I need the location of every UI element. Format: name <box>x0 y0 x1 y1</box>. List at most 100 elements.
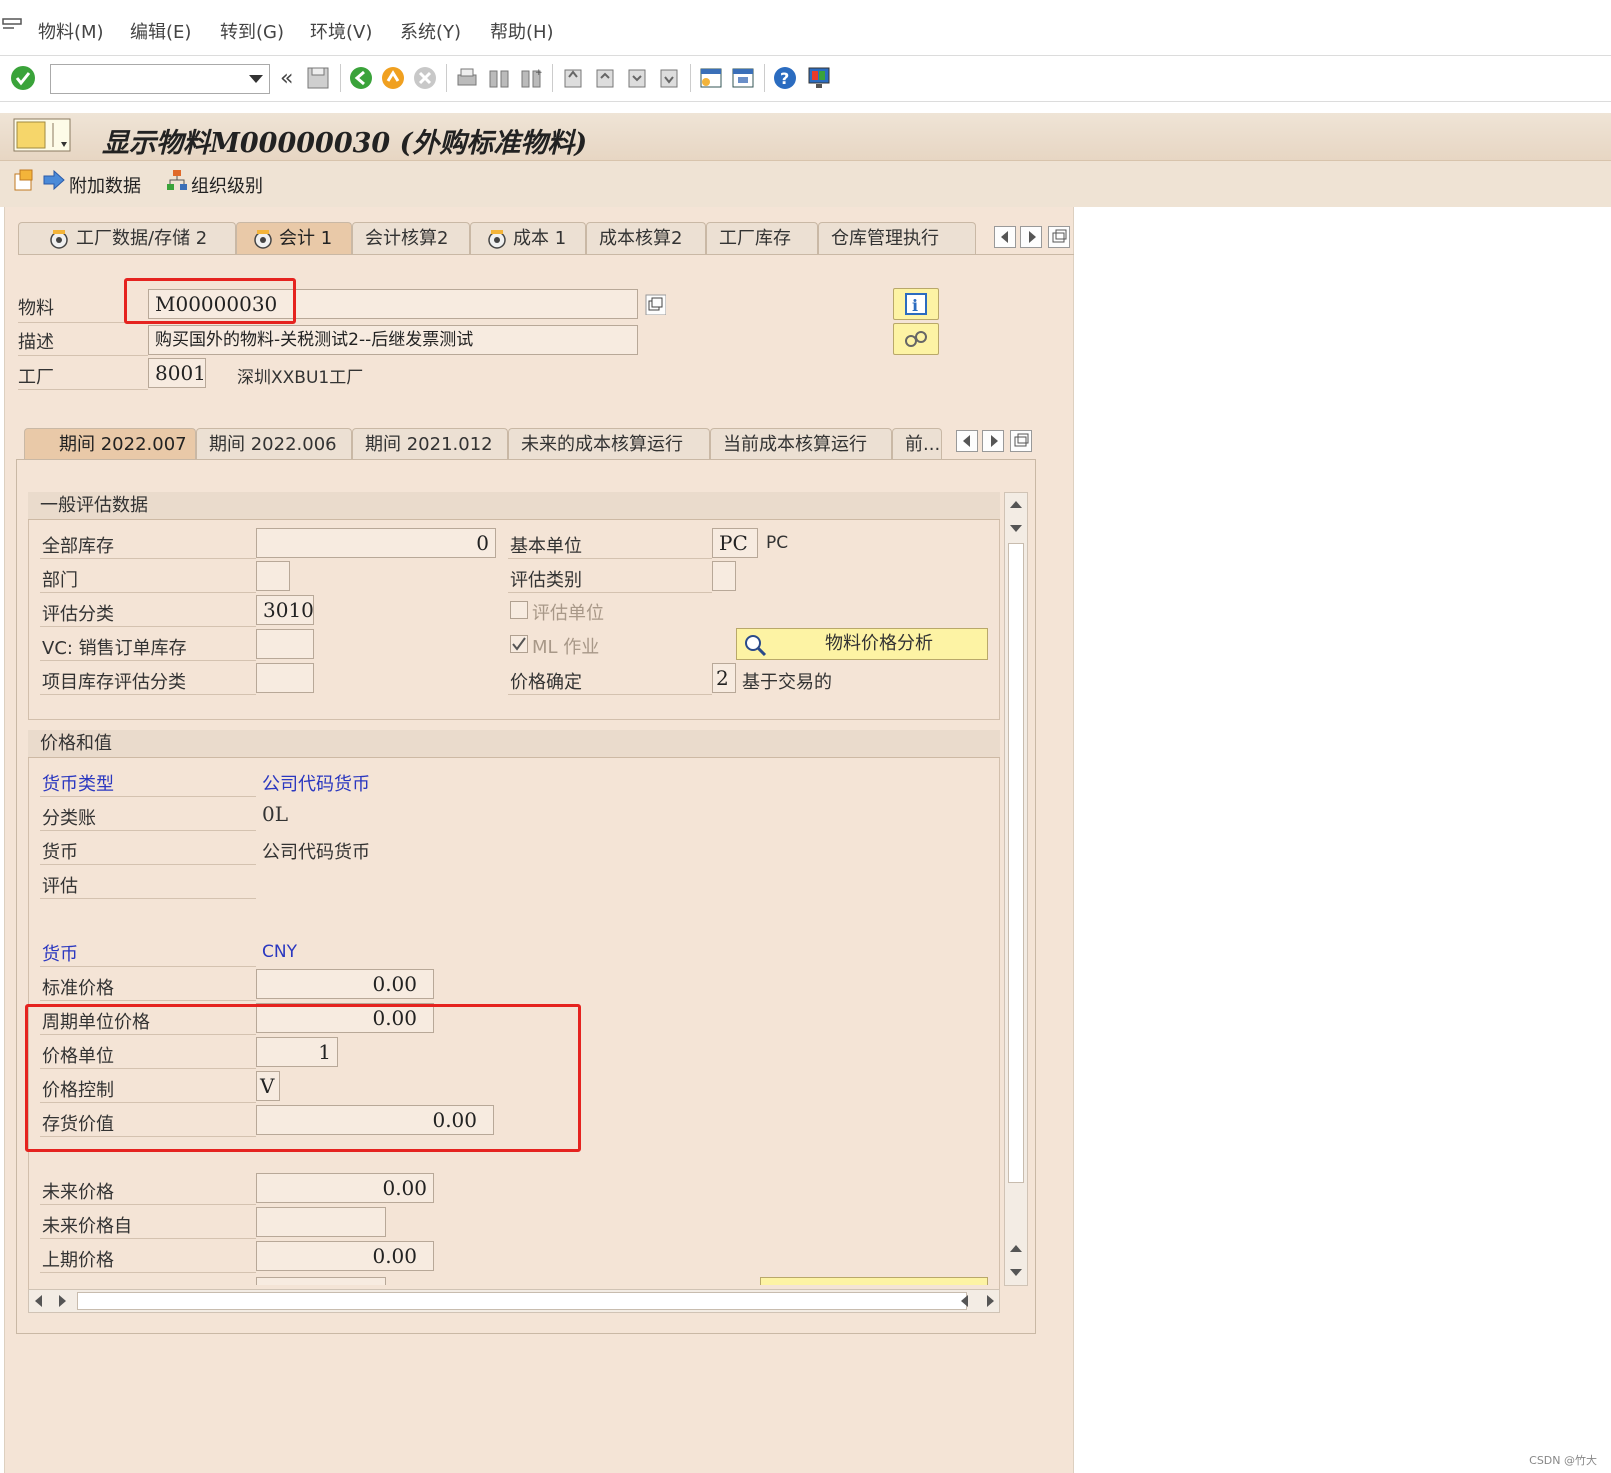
future-price-from-field[interactable] <box>256 1207 386 1237</box>
first-page-icon[interactable] <box>560 65 586 91</box>
period-tab-scroll-right[interactable] <box>982 430 1004 452</box>
tab-current-costing-run[interactable]: 当前成本核算运行 <box>710 428 892 460</box>
customize-layout-icon[interactable] <box>806 65 832 91</box>
additional-data-button[interactable]: 附加数据 <box>69 172 141 198</box>
standard-price-field[interactable]: 0.00 <box>256 969 434 999</box>
enter-check-icon[interactable] <box>10 65 36 91</box>
scroll-left-end-icon[interactable] <box>961 1295 968 1307</box>
link-button[interactable] <box>893 323 939 355</box>
find-icon[interactable] <box>486 65 512 91</box>
tab-previous[interactable]: 前... <box>892 428 942 460</box>
menu-help[interactable]: 帮助(H) <box>490 18 554 44</box>
material-price-analysis-button[interactable]: 物料价格分析 <box>736 628 988 660</box>
menu-edit[interactable]: 编辑(E) <box>130 18 191 44</box>
cancel-icon[interactable] <box>412 65 438 91</box>
scroll-right-end-icon[interactable] <box>987 1295 994 1307</box>
save-icon[interactable] <box>305 65 331 91</box>
tab-list-button[interactable] <box>1048 226 1070 248</box>
division-field[interactable] <box>256 561 290 591</box>
tab-period-2021-012[interactable]: 期间 2021.012 <box>352 428 508 460</box>
help-icon[interactable]: ? <box>772 65 798 91</box>
tab-scroll-left[interactable] <box>994 226 1016 248</box>
create-session-icon[interactable] <box>698 65 724 91</box>
other-material-icon[interactable] <box>12 168 36 192</box>
currency-type-value[interactable]: 公司代码货币 <box>262 770 370 796</box>
prices-title: 价格和值 <box>28 730 1000 758</box>
find-next-icon[interactable]: + <box>518 65 544 91</box>
scroll-down-bottom-icon[interactable] <box>1010 1269 1022 1276</box>
currency-type-label[interactable]: 货币类型 <box>42 770 114 796</box>
command-field[interactable] <box>50 64 270 94</box>
tab-period-2022-006[interactable]: 期间 2022.006 <box>196 428 352 460</box>
menu-system[interactable]: 系统(Y) <box>400 18 461 44</box>
scroll-thumb[interactable] <box>1008 543 1024 1183</box>
project-stock-valuation-class-field[interactable] <box>256 663 314 693</box>
menu-environment[interactable]: 环境(V) <box>310 18 372 44</box>
material-screen-icon[interactable] <box>13 118 71 152</box>
scroll-down-icon[interactable] <box>1010 525 1022 532</box>
chevron-down-icon[interactable] <box>249 75 263 83</box>
tab-accounting-2[interactable]: 会计核算2 <box>352 222 470 254</box>
currency2-label[interactable]: 货币 <box>42 940 78 966</box>
scroll-up-icon[interactable] <box>1010 501 1022 508</box>
vc-sales-order-stock-field[interactable] <box>256 629 314 659</box>
menu-goto[interactable]: 转到(G) <box>220 18 284 44</box>
next-page-icon[interactable] <box>624 65 650 91</box>
last-page-icon[interactable] <box>656 65 682 91</box>
menu-material[interactable]: 物料(M) <box>38 18 104 44</box>
copy-icon[interactable] <box>644 293 666 315</box>
scroll-right-icon[interactable] <box>59 1295 66 1307</box>
period-tab-list-button[interactable] <box>1010 430 1032 452</box>
description-field[interactable]: 购买国外的物料-关税测试2--后继发票测试 <box>148 325 638 355</box>
tab-costing-1[interactable]: 成本 1 <box>470 222 586 254</box>
valuation-class-field[interactable]: 3010 <box>256 595 314 625</box>
ml-label: ML 作业 <box>532 637 600 658</box>
tab-costing-2[interactable]: 成本核算2 <box>586 222 706 254</box>
horizontal-scrollbar[interactable] <box>28 1289 1000 1313</box>
print-icon[interactable] <box>454 65 480 91</box>
back-icon[interactable] <box>348 65 374 91</box>
ml-checkbox[interactable] <box>510 635 528 653</box>
previous-page-icon[interactable] <box>592 65 618 91</box>
tab-scroll-right[interactable] <box>1020 226 1042 248</box>
tab-period-2022-007[interactable]: 期间 2022.007 <box>24 428 196 460</box>
org-levels-icon[interactable] <box>165 168 189 192</box>
exit-icon[interactable] <box>380 65 406 91</box>
previous-price-field[interactable]: 0.00 <box>256 1241 434 1271</box>
tab-future-costing-run[interactable]: 未来的成本核算运行 <box>508 428 710 460</box>
standard-price-label: 标准价格 <box>42 978 114 999</box>
tab-plant-data-storage-2[interactable]: 工厂数据/存储 2 <box>18 222 236 254</box>
ledger-label: 分类账 <box>42 808 96 829</box>
scroll-up-bottom-icon[interactable] <box>1010 1245 1022 1252</box>
valuation-category-field[interactable] <box>712 561 736 591</box>
shortcut-icon[interactable] <box>730 65 756 91</box>
info-button[interactable]: i <box>893 288 939 320</box>
price-determination-field[interactable]: 2 <box>712 663 736 693</box>
settings-icon <box>488 230 506 249</box>
svg-text:+: + <box>535 68 543 78</box>
org-levels-button[interactable]: 组织级别 <box>191 172 263 198</box>
vertical-scrollbar[interactable] <box>1004 492 1028 1286</box>
material-label: 物料 <box>18 298 54 319</box>
highlight-price-block <box>25 1004 581 1152</box>
currency2-value[interactable]: CNY <box>262 942 297 962</box>
period-tab-scroll-left[interactable] <box>956 430 978 452</box>
tab-plant-stock[interactable]: 工厂库存 <box>706 222 818 254</box>
valuated-unit-checkbox[interactable] <box>510 601 528 619</box>
back-double-icon[interactable]: « <box>280 66 293 91</box>
scroll-left-icon[interactable] <box>35 1295 42 1307</box>
tab-warehouse-mgmt[interactable]: 仓库管理执行 <box>818 222 976 254</box>
system-menu-icon[interactable] <box>2 18 24 34</box>
tab-accounting-1[interactable]: 会计 1 <box>236 222 352 254</box>
previous-price-label: 上期价格 <box>42 1250 114 1271</box>
total-stock-label: 全部库存 <box>42 536 114 557</box>
currency-label: 货币 <box>42 842 78 863</box>
base-unit-field[interactable]: PC <box>712 528 758 558</box>
total-stock-field[interactable]: 0 <box>256 528 496 558</box>
tab-list-icon <box>1014 433 1029 447</box>
plant-field[interactable]: 8001 <box>148 358 206 388</box>
future-price-field[interactable]: 0.00 <box>256 1173 434 1203</box>
h-scroll-thumb[interactable] <box>77 1292 967 1310</box>
arrow-right-icon[interactable] <box>42 169 66 191</box>
settings-icon <box>254 230 272 249</box>
